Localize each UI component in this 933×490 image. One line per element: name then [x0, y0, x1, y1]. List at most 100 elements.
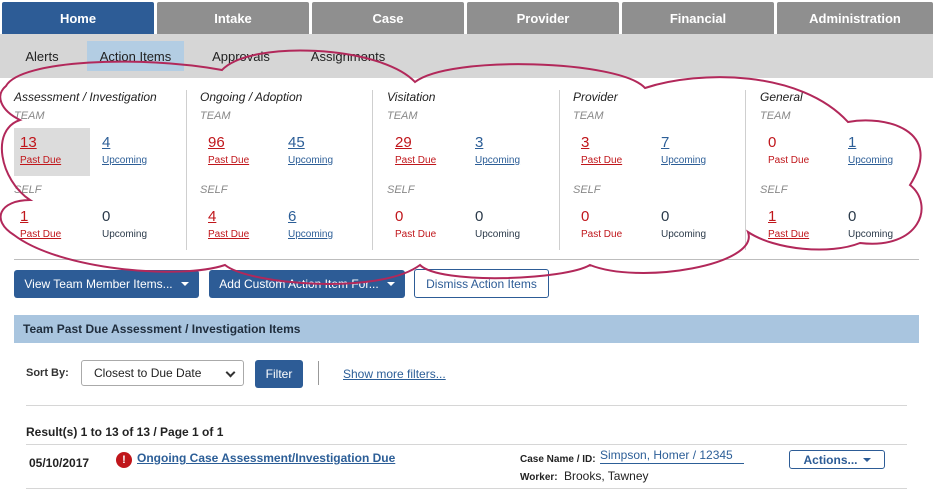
self-label: SELF: [200, 184, 228, 196]
view-team-label: View Team Member Items...: [24, 277, 173, 291]
team-upcoming-count[interactable]: 45: [288, 134, 350, 152]
upcoming-label: Upcoming: [102, 229, 148, 240]
team-label: TEAM: [14, 110, 45, 122]
team-past-due-count[interactable]: 13: [20, 134, 90, 152]
column-title: Assessment / Investigation: [14, 90, 157, 104]
upcoming-label[interactable]: Upcoming: [848, 154, 910, 167]
worker-value: Brooks, Tawney: [564, 469, 649, 483]
past-due-label[interactable]: Past Due: [208, 228, 270, 241]
past-due-label[interactable]: Past Due: [581, 154, 643, 167]
upcoming-label[interactable]: Upcoming: [475, 154, 537, 167]
team-past-due-count[interactable]: 96: [208, 134, 270, 152]
past-due-label[interactable]: Past Due: [768, 228, 830, 241]
upcoming-label[interactable]: Upcoming: [288, 154, 350, 167]
team-past-due-count[interactable]: 3: [581, 134, 643, 152]
case-name-label: Case Name / ID:: [520, 454, 596, 465]
self-upcoming-cell: 0 Upcoming: [848, 208, 910, 241]
team-upcoming-cell[interactable]: 7 Upcoming: [661, 134, 723, 167]
upcoming-label: Upcoming: [475, 229, 521, 240]
team-past-due-count[interactable]: 29: [395, 134, 457, 152]
self-past-due-cell: 0 Past Due: [581, 208, 643, 241]
view-team-member-items-button[interactable]: View Team Member Items...: [14, 270, 199, 298]
filter-divider: [318, 361, 319, 385]
actions-label: Actions...: [803, 452, 858, 467]
column-title: General: [760, 90, 803, 104]
team-upcoming-count[interactable]: 7: [661, 134, 723, 152]
chevron-down-icon: [225, 367, 236, 378]
self-label: SELF: [387, 184, 415, 196]
upcoming-label[interactable]: Upcoming: [288, 228, 350, 241]
filter-button[interactable]: Filter: [255, 360, 303, 388]
self-upcoming-count: 0: [102, 208, 111, 225]
team-past-due-cell[interactable]: 3 Past Due: [581, 134, 643, 167]
self-past-due-cell[interactable]: 4 Past Due: [208, 208, 270, 241]
self-past-due-cell[interactable]: 1 Past Due: [20, 208, 82, 241]
team-upcoming-cell[interactable]: 1 Upcoming: [848, 134, 910, 167]
past-due-label: Past Due: [395, 229, 437, 240]
team-past-due-cell: 0 Past Due: [768, 134, 830, 167]
team-label: TEAM: [387, 110, 418, 122]
self-upcoming-cell: 0 Upcoming: [102, 208, 164, 241]
team-upcoming-cell[interactable]: 45 Upcoming: [288, 134, 350, 167]
subtab-approvals[interactable]: Approvals: [203, 41, 279, 71]
self-upcoming-cell: 0 Upcoming: [661, 208, 723, 241]
past-due-label: Past Due: [581, 229, 623, 240]
divider: [26, 405, 907, 406]
self-past-due-cell[interactable]: 1 Past Due: [768, 208, 830, 241]
summary-divider: [14, 259, 919, 260]
sort-by-select[interactable]: Closest to Due Date: [81, 360, 244, 386]
actions-button[interactable]: Actions...: [789, 450, 885, 469]
self-upcoming-count: 0: [848, 208, 857, 225]
self-upcoming-count: 0: [475, 208, 484, 225]
summary-column-assessment: Assessment / Investigation TEAM 13 Past …: [14, 88, 184, 250]
subtab-assignments[interactable]: Assignments: [301, 41, 395, 71]
upcoming-label[interactable]: Upcoming: [102, 154, 164, 167]
team-upcoming-count[interactable]: 4: [102, 134, 164, 152]
show-more-filters-link[interactable]: Show more filters...: [343, 367, 446, 381]
self-label: SELF: [573, 184, 601, 196]
tab-provider[interactable]: Provider: [467, 2, 619, 34]
subtab-alerts[interactable]: Alerts: [14, 41, 70, 71]
team-upcoming-count[interactable]: 1: [848, 134, 910, 152]
upcoming-label: Upcoming: [661, 229, 707, 240]
section-header: Team Past Due Assessment / Investigation…: [14, 315, 919, 343]
self-past-due-count[interactable]: 1: [20, 208, 82, 226]
divider: [26, 444, 907, 445]
team-past-due-count: 0: [768, 134, 777, 151]
upcoming-label[interactable]: Upcoming: [661, 154, 723, 167]
tab-home[interactable]: Home: [2, 2, 154, 34]
past-due-label[interactable]: Past Due: [208, 154, 270, 167]
past-due-label[interactable]: Past Due: [395, 154, 457, 167]
self-past-due-count[interactable]: 4: [208, 208, 270, 226]
tab-financial[interactable]: Financial: [622, 2, 774, 34]
team-upcoming-count[interactable]: 3: [475, 134, 537, 152]
action-item-link[interactable]: Ongoing Case Assessment/Investigation Du…: [137, 451, 395, 465]
tab-intake[interactable]: Intake: [157, 2, 309, 34]
team-past-due-cell[interactable]: 29 Past Due: [395, 134, 457, 167]
self-label: SELF: [14, 184, 42, 196]
column-divider: [372, 90, 373, 250]
team-upcoming-cell[interactable]: 3 Upcoming: [475, 134, 537, 167]
team-upcoming-cell[interactable]: 4 Upcoming: [102, 134, 164, 167]
team-label: TEAM: [200, 110, 231, 122]
tab-case[interactable]: Case: [312, 2, 464, 34]
column-divider: [559, 90, 560, 250]
self-upcoming-cell: 0 Upcoming: [475, 208, 537, 241]
past-due-label[interactable]: Past Due: [20, 154, 90, 167]
self-past-due-count[interactable]: 1: [768, 208, 830, 226]
self-upcoming-count[interactable]: 6: [288, 208, 350, 226]
team-past-due-cell[interactable]: 96 Past Due: [208, 134, 270, 167]
dismiss-action-items-button[interactable]: Dismiss Action Items: [414, 269, 549, 298]
due-date: 05/10/2017: [29, 456, 90, 470]
column-divider: [186, 90, 187, 250]
team-past-due-cell[interactable]: 13 Past Due: [14, 128, 90, 176]
caret-down-icon: [386, 282, 395, 286]
subtab-action-items[interactable]: Action Items: [87, 41, 184, 71]
add-custom-action-item-button[interactable]: Add Custom Action Item For...: [209, 270, 405, 298]
tab-administration[interactable]: Administration: [777, 2, 933, 34]
case-name-value[interactable]: Simpson, Homer / 12345: [600, 448, 744, 464]
sort-by-value: Closest to Due Date: [94, 366, 202, 380]
past-due-label[interactable]: Past Due: [20, 228, 82, 241]
self-past-due-count: 0: [581, 208, 590, 225]
self-upcoming-cell[interactable]: 6 Upcoming: [288, 208, 350, 241]
